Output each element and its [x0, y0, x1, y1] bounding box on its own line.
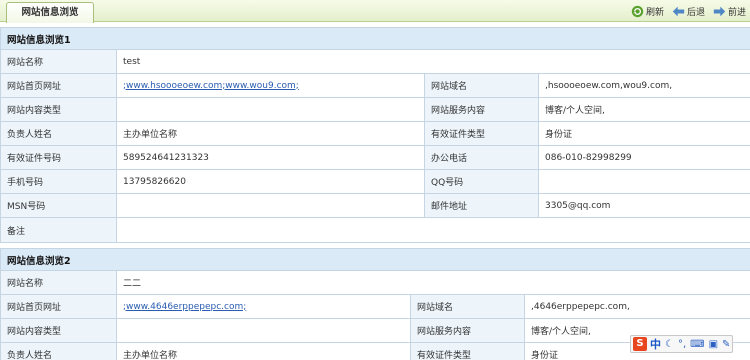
refresh-label: 刷新 [645, 7, 664, 18]
domain-value: ,4646erppepepc.com, [524, 294, 750, 319]
skin-icon[interactable]: ▣ [709, 339, 718, 350]
table-row: 网站首页网址 ;www.4646erppepepc.com; 网站域名 ,464… [0, 294, 750, 319]
back-label: 后退 [686, 7, 705, 18]
refresh-button[interactable]: 刷新 [631, 5, 664, 18]
owner-value: 主办单位名称 [116, 121, 425, 146]
cert-type-label: 有效证件类型 [410, 342, 525, 360]
section2-title: 网站信息浏览2 [0, 248, 750, 271]
punctuation-icon[interactable]: °, [678, 339, 686, 350]
owner-value: 主办单位名称 [116, 342, 411, 360]
table-row: MSN号码 邮件地址 3305@qq.com [0, 193, 750, 218]
site-name-label: 网站名称 [0, 270, 117, 295]
forward-arrow-icon [713, 6, 726, 16]
keyboard-icon[interactable]: ⌨ [690, 339, 704, 350]
table-row: 手机号码 13795826620 QQ号码 [0, 169, 750, 194]
table-row: 网站首页网址 ;www.hsoooeoew.com;www.wou9.com; … [0, 73, 750, 98]
table-row: 备注 [0, 217, 750, 243]
msn-label: MSN号码 [0, 193, 117, 218]
back-button[interactable]: 后退 [672, 5, 705, 18]
content-type-label: 网站内容类型 [0, 97, 117, 122]
tab-site-info[interactable]: 网站信息浏览 [6, 2, 94, 23]
home-url-link[interactable]: ;www.4646erppepepc.com; [123, 302, 246, 312]
mobile-label: 手机号码 [0, 169, 117, 194]
section-header: 网站信息浏览1 [0, 27, 750, 50]
phone-value: 086-010-82998299 [538, 145, 750, 170]
table-row: 网站名称 test [0, 49, 750, 74]
section-header: 网站信息浏览2 [0, 248, 750, 271]
owner-label: 负责人姓名 [0, 342, 117, 360]
cert-no-value: 589524641231323 [116, 145, 425, 170]
home-url-cell: ;www.4646erppepepc.com; [116, 294, 411, 319]
owner-label: 负责人姓名 [0, 121, 117, 146]
table-row: 负责人姓名 主办单位名称 有效证件类型 身份证 [0, 121, 750, 146]
service-label: 网站服务内容 [424, 97, 539, 122]
domain-value: ,hsoooeoew.com,wou9.com, [538, 73, 750, 98]
content-type-value [116, 97, 425, 122]
site-name-label: 网站名称 [0, 49, 117, 74]
phone-label: 办公电话 [424, 145, 539, 170]
ime-lang-toggle[interactable]: 中 [650, 336, 661, 352]
content-type-value [116, 318, 411, 343]
domain-label: 网站域名 [424, 73, 539, 98]
cert-no-label: 有效证件号码 [0, 145, 117, 170]
content-type-label: 网站内容类型 [0, 318, 117, 343]
cert-type-value: 身份证 [538, 121, 750, 146]
forward-button[interactable]: 前进 [713, 5, 746, 18]
service-label: 网站服务内容 [410, 318, 525, 343]
cert-type-label: 有效证件类型 [424, 121, 539, 146]
msn-value [116, 193, 425, 218]
home-url-label: 网站首页网址 [0, 294, 117, 319]
mobile-value: 13795826620 [116, 169, 425, 194]
email-label: 邮件地址 [424, 193, 539, 218]
email-value: 3305@qq.com [538, 193, 750, 218]
table-row: 网站名称 二二 [0, 270, 750, 295]
forward-label: 前进 [727, 7, 746, 18]
nav-tools: 刷新 后退 前进 [623, 3, 746, 19]
note-label: 备注 [0, 217, 117, 243]
site-name-value: 二二 [116, 270, 750, 295]
table-row: 有效证件号码 589524641231323 办公电话 086-010-8299… [0, 145, 750, 170]
service-value: 博客/个人空间, [538, 97, 750, 122]
home-url-cell: ;www.hsoooeoew.com;www.wou9.com; [116, 73, 425, 98]
section1-title: 网站信息浏览1 [0, 27, 750, 50]
home-url-link[interactable]: ;www.hsoooeoew.com;www.wou9.com; [123, 81, 299, 91]
site-info-table: 网站信息浏览1 网站名称 test 网站首页网址 ;www.hsoooeoew.… [0, 27, 750, 243]
note-value [116, 217, 750, 243]
table-row: 网站内容类型 网站服务内容 博客/个人空间, [0, 97, 750, 122]
settings-wrench-icon[interactable]: ✎ [722, 339, 730, 350]
home-url-label: 网站首页网址 [0, 73, 117, 98]
refresh-icon [631, 5, 644, 17]
domain-label: 网站域名 [410, 294, 525, 319]
back-arrow-icon [672, 6, 685, 16]
qq-label: QQ号码 [424, 169, 539, 194]
top-toolbar: 网站信息浏览 刷新 后退 前进 [0, 0, 750, 23]
qq-value [538, 169, 750, 194]
moon-icon[interactable]: ☾ [665, 339, 674, 350]
site-name-value: test [116, 49, 750, 74]
site-info-content: 网站信息浏览1 网站名称 test 网站首页网址 ;www.hsoooeoew.… [0, 27, 750, 360]
sogou-logo-icon[interactable]: S [633, 337, 647, 351]
ime-toolbar[interactable]: S 中 ☾ °, ⌨ ▣ ✎ [630, 335, 734, 353]
